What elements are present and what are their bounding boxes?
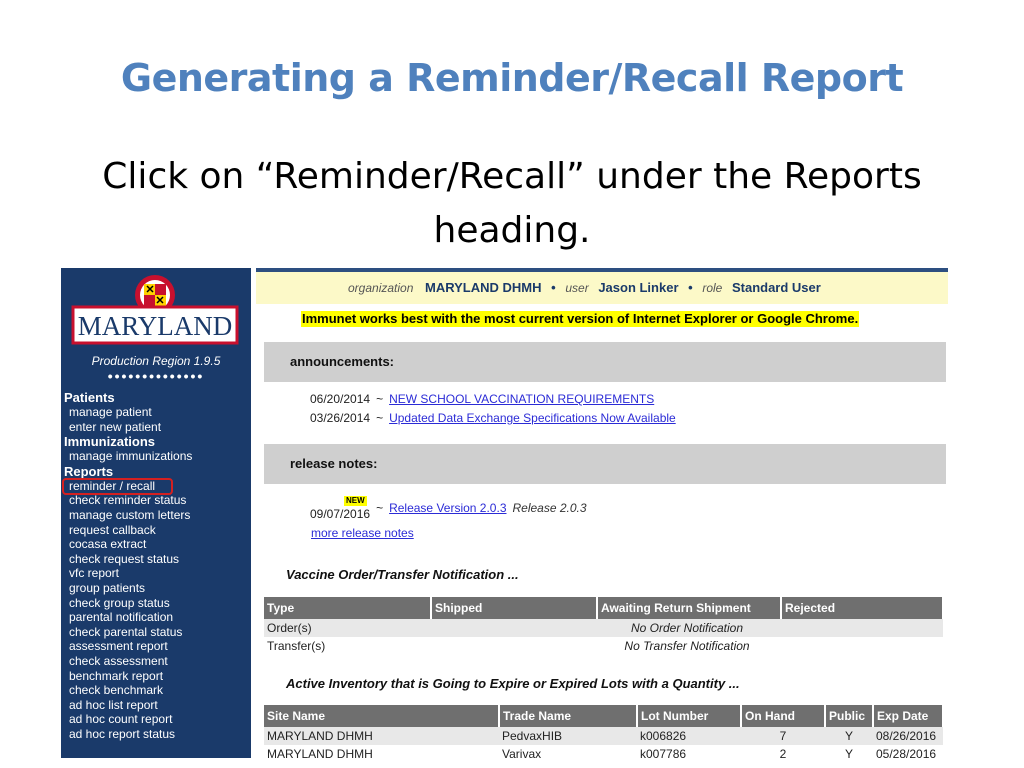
release-notes-title: release notes: (290, 456, 378, 471)
maryland-logo: MARYLAND (71, 273, 239, 345)
table-cell: k007786 (640, 747, 687, 758)
slide-title: Generating a Reminder/Recall Report (120, 56, 904, 100)
announcement-sep: ~ (376, 411, 384, 425)
table-cell: No Transfer Notification (624, 639, 750, 653)
logo-state-name: MARYLAND (78, 311, 233, 341)
column-header: Type (264, 597, 432, 619)
nav-item-check-group-status[interactable]: check group status (61, 596, 251, 611)
column-header: Rejected (781, 597, 944, 619)
nav-heading-immunizations: Immunizations (64, 434, 156, 450)
role-label: role (702, 281, 723, 295)
nav-item-check-assessment[interactable]: check assessment (61, 654, 251, 669)
table-row: MARYLAND DHMH PedvaxHIB k006826 7 Y 08/2… (264, 727, 943, 745)
role-value: Standard User (731, 280, 821, 295)
release-sep: ~ (376, 501, 384, 515)
nav-item-check-reminder-status[interactable]: check reminder status (61, 493, 251, 508)
nav-item-parental-notification[interactable]: parental notification (61, 610, 251, 625)
table-cell: No Order Notification (431, 619, 943, 637)
slide-instruction: Click on “Reminder/Recall” under the Rep… (102, 156, 922, 251)
nav-heading-reports: Reports (64, 463, 114, 479)
browser-warning: Immunet works best with the most current… (301, 311, 860, 327)
vaccine-order-table: Type Shipped Awaiting Return Shipment Re… (264, 597, 944, 655)
inventory-title: Active Inventory that is Going to Expire… (286, 676, 740, 691)
nav-item-ad-hoc-report-status[interactable]: ad hoc report status (61, 727, 251, 742)
table-cell: 08/26/2016 (873, 727, 943, 745)
nav-item-request-callback[interactable]: request callback (61, 523, 251, 538)
user-value: Jason Linker (598, 280, 679, 295)
nav-item-manage-custom-letters[interactable]: manage custom letters (61, 508, 251, 523)
column-header: Lot Number (637, 705, 742, 727)
nav-item-ad-hoc-list-report[interactable]: ad hoc list report (61, 698, 251, 713)
nav-divider: •••••••••••••• (107, 368, 205, 384)
table-cell: Transfer(s) (267, 639, 326, 653)
more-release-notes-link[interactable]: more release notes (311, 526, 414, 540)
nav-item-assessment-report[interactable]: assessment report (61, 639, 251, 654)
announcement-link[interactable]: Updated Data Exchange Specifications Now… (389, 411, 676, 425)
announcements-title: announcements: (290, 354, 395, 369)
table-cell: 7 (741, 727, 825, 745)
user-label: user (565, 281, 589, 295)
table-row: Transfer(s) No Transfer Notification (264, 637, 943, 655)
nav-item-enter-new-patient[interactable]: enter new patient (61, 420, 251, 435)
user-info-bar: organization MARYLAND DHMH • user Jason … (256, 272, 948, 304)
inventory-table: Site Name Trade Name Lot Number On Hand … (264, 705, 944, 758)
column-header: Site Name (264, 705, 500, 727)
table-cell: 2 (779, 747, 787, 758)
nav-item-group-patients[interactable]: group patients (61, 581, 251, 596)
org-label: organization (348, 281, 414, 295)
org-value: MARYLAND DHMH (425, 280, 542, 295)
nav-item-benchmark-report[interactable]: benchmark report (61, 669, 251, 684)
announcement-link[interactable]: NEW SCHOOL VACCINATION REQUIREMENTS (389, 392, 654, 406)
nav-item-ad-hoc-count-report[interactable]: ad hoc count report (61, 712, 251, 727)
table-cell: Order(s) (264, 619, 431, 637)
nav-menu: Patients manage patient enter new patien… (61, 390, 251, 741)
bullet-separator: • (551, 280, 556, 295)
column-header: Shipped (431, 597, 598, 619)
release-date: 09/07/2016 (310, 507, 371, 521)
announcement-date: 06/20/2014 (310, 392, 371, 406)
announcement-item: 03/26/2014 ~ Updated Data Exchange Specifi… (310, 410, 676, 426)
nav-item-vfc-report[interactable]: vfc report (61, 566, 251, 581)
nav-item-manage-patient[interactable]: manage patient (61, 405, 251, 420)
bullet-separator: • (688, 280, 693, 295)
table-cell: Varivax (502, 747, 542, 758)
column-header: Awaiting Return Shipment (597, 597, 782, 619)
release-label: Release 2.0.3 (512, 501, 587, 515)
nav-item-manage-immunizations[interactable]: manage immunizations (61, 449, 251, 464)
announcement-date: 03/26/2014 (310, 411, 371, 425)
release-link[interactable]: Release Version 2.0.3 (389, 501, 506, 515)
table-cell: 05/28/2016 (876, 747, 937, 758)
announcement-item: 06/20/2014 ~ NEW SCHOOL VACCINATION REQUIR… (310, 391, 654, 407)
nav-item-check-parental-status[interactable]: check parental status (61, 625, 251, 640)
column-header: On Hand (741, 705, 826, 727)
table-row: Order(s) No Order Notification (264, 619, 943, 637)
production-region-label: Production Region 1.9.5 (91, 354, 221, 368)
column-header: Exp Date (873, 705, 944, 727)
table-cell: k006826 (637, 727, 741, 745)
immunet-screenshot: MARYLAND Production Region 1.9.5 •••••••… (61, 268, 961, 758)
nav-item-check-request-status[interactable]: check request status (61, 552, 251, 567)
table-cell: MARYLAND DHMH (267, 747, 373, 758)
nav-item-check-benchmark[interactable]: check benchmark (61, 683, 251, 698)
table-cell: Y (825, 727, 873, 745)
table-row: MARYLAND DHMH Varivax k007786 2 Y 05/28/… (264, 745, 943, 758)
table-cell: Y (844, 747, 853, 758)
column-header: Public (825, 705, 874, 727)
nav-heading-patients: Patients (64, 390, 115, 405)
release-item: 09/07/2016 ~ Release Version 2.0.3 Release … (310, 500, 587, 521)
column-header: Trade Name (499, 705, 638, 727)
table-cell: PedvaxHIB (499, 727, 637, 745)
release-notes-header: release notes: (264, 444, 946, 484)
vaccine-order-title: Vaccine Order/Transfer Notification ... (286, 567, 519, 582)
table-cell: MARYLAND DHMH (264, 727, 499, 745)
left-navigation: MARYLAND Production Region 1.9.5 •••••••… (61, 268, 251, 758)
highlight-box (62, 478, 173, 495)
announcement-sep: ~ (376, 392, 384, 406)
announcements-header: announcements: (264, 342, 946, 382)
nav-item-cocasa-extract[interactable]: cocasa extract (61, 537, 251, 552)
